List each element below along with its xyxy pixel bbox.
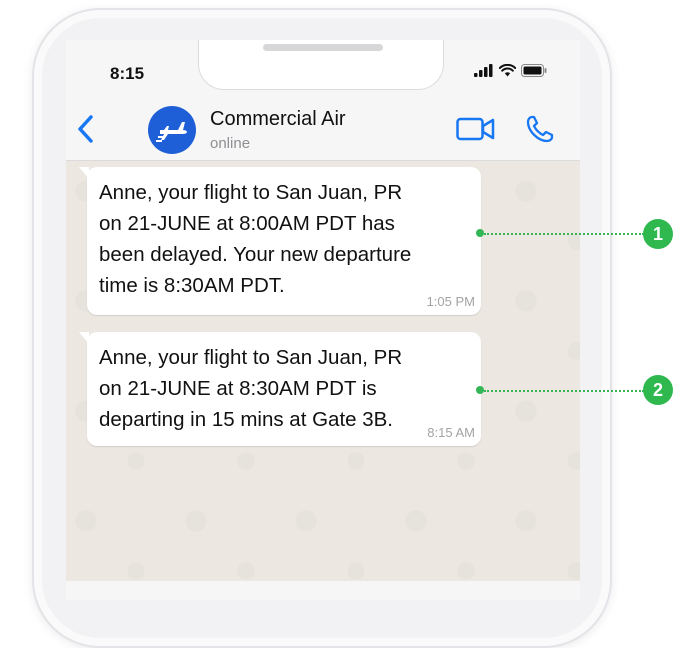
voice-call-button[interactable]: [525, 114, 555, 149]
message-text-2: Anne, your flight to San Juan, PR on 21-…: [99, 346, 403, 431]
wifi-icon: [499, 64, 516, 77]
callout-badge-2: 2: [643, 375, 673, 405]
callout-line-1: [484, 233, 644, 235]
signal-icon: [474, 64, 493, 77]
message-time-2: 8:15 AM: [427, 425, 475, 440]
contact-name[interactable]: Commercial Air: [210, 108, 346, 131]
status-time: 8:15: [110, 64, 145, 83]
back-arrow-icon: [78, 115, 93, 143]
phone-call-icon: [526, 115, 554, 143]
status-icons: [474, 64, 547, 77]
message-bubble-1[interactable]: Anne, your flight to San Juan, PR on 21-…: [79, 167, 481, 315]
back-button[interactable]: [76, 114, 94, 149]
message-bubble-2[interactable]: Anne, your flight to San Juan, PR on 21-…: [79, 332, 481, 446]
message-text-1: Anne, your flight to San Juan, PR on 21-…: [99, 181, 412, 297]
airplane-icon: [156, 122, 187, 142]
callout-badge-1: 1: [643, 219, 673, 249]
message-time-1: 1:05 PM: [426, 294, 475, 309]
speaker-grille: [263, 44, 383, 51]
contact-status: online: [210, 135, 251, 152]
callout-anchor-1: [476, 229, 484, 237]
video-call-icon: [456, 117, 495, 141]
contact-avatar[interactable]: [148, 106, 196, 154]
battery-icon: [521, 64, 547, 77]
callout-anchor-2: [476, 386, 484, 394]
video-call-button[interactable]: [456, 116, 496, 147]
callout-line-2: [484, 390, 644, 392]
